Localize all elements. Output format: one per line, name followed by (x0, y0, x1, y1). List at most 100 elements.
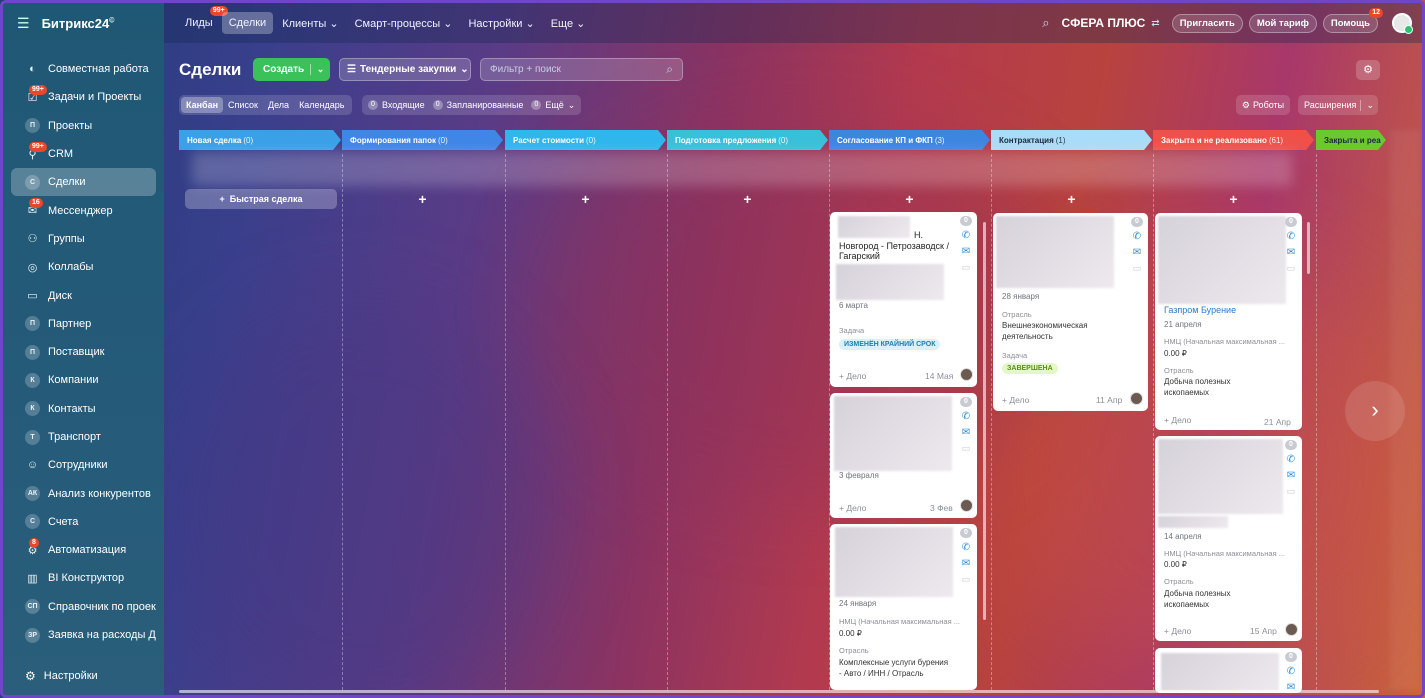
sidebar-item[interactable]: П Поставщик (11, 338, 156, 366)
stage-header[interactable]: Подготовка предложения (0) (667, 130, 828, 150)
sidebar-item[interactable]: С Сделки (11, 168, 156, 197)
filter-search-input[interactable]: Фильтр + поиск ⌕ (480, 58, 683, 81)
phone-icon[interactable]: ✆ (1133, 231, 1141, 243)
my-tariff-button[interactable]: Мой тариф (1248, 13, 1317, 33)
sidebar-item[interactable]: СП Справочник по проек... (11, 593, 156, 621)
view-tab[interactable]: Список (223, 97, 263, 113)
top-nav-item[interactable]: Клиенты ⌄ (275, 12, 345, 35)
invite-button[interactable]: Пригласить (1171, 13, 1243, 33)
deal-card[interactable]: 28 января Отрасль Внешнеэкономическая де… (993, 213, 1148, 411)
top-nav-item[interactable]: Настройки ⌄ (461, 12, 541, 35)
sidebar-item[interactable]: ▥ BI Конструктор (11, 564, 156, 592)
view-tab[interactable]: Дела (263, 97, 294, 113)
chat-icon[interactable]: ▭ (1287, 486, 1296, 496)
chat-icon[interactable]: ▭ (962, 574, 971, 584)
sidebar-item[interactable]: АК Анализ конкурентов (11, 479, 156, 507)
add-activity-link[interactable]: + Дело (1002, 395, 1029, 405)
stage-header[interactable]: Закрыта и не реализовано (61) (1153, 130, 1314, 150)
phone-icon[interactable]: ✆ (1287, 666, 1295, 678)
counter-filter[interactable]: 0 Входящие (368, 100, 425, 110)
phone-icon[interactable]: ✆ (962, 230, 970, 242)
top-nav-item[interactable]: Смарт-процессы ⌄ (348, 12, 460, 35)
extensions-button[interactable]: Расширения ⌄ (1298, 95, 1378, 115)
top-nav-item[interactable]: Еще ⌄ (544, 12, 593, 35)
create-button[interactable]: Создать ⌄ (253, 58, 330, 81)
sidebar-item[interactable]: ⚲ CRM 99+ (11, 140, 156, 168)
create-dropdown-icon[interactable]: ⌄ (310, 64, 330, 75)
scroll-right-arrow-icon[interactable]: › (1345, 381, 1405, 441)
chat-icon[interactable]: ▭ (962, 443, 971, 453)
sidebar-item[interactable]: ✉ Мессенджер 16 (11, 196, 156, 224)
company-name[interactable]: СФЕРА ПЛЮС (1062, 16, 1146, 30)
chat-icon[interactable]: ▭ (1287, 263, 1296, 273)
kanban-settings-gear-icon[interactable]: ⚙ (1356, 60, 1380, 80)
phone-icon[interactable]: ✆ (1287, 454, 1295, 466)
add-activity-link[interactable]: + Дело (1164, 415, 1191, 425)
mail-icon[interactable]: ✉ (962, 558, 970, 570)
add-activity-link[interactable]: + Дело (1164, 626, 1191, 636)
sidebar-item[interactable]: ▭ Диск (11, 281, 156, 309)
mail-icon[interactable]: ✉ (962, 427, 970, 439)
top-nav-item[interactable]: Лиды 99+ (178, 6, 228, 34)
menu-burger-icon[interactable]: ☰ (17, 15, 30, 32)
phone-icon[interactable]: ✆ (1287, 231, 1295, 243)
sidebar-item[interactable]: ◐Совместная работа⌄ (11, 55, 156, 83)
sidebar-item[interactable]: ☺ Сотрудники (11, 451, 156, 479)
deal-card[interactable]: Н. Новгород - Петрозаводск / Гагарский 6… (830, 212, 977, 387)
view-tab[interactable]: Календарь (294, 97, 349, 113)
stage-header[interactable]: Согласование КП и ФКП (3) (829, 130, 990, 150)
sidebar-item[interactable]: С Счета (11, 508, 156, 536)
sidebar-settings[interactable]: ⚙ Настройки (11, 669, 98, 683)
sidebar-item[interactable]: П Партнер (11, 310, 156, 338)
add-deal-plus-icon[interactable]: + (1224, 191, 1244, 207)
deal-card[interactable]: 24 января НМЦ (Начальная максимальная ..… (830, 524, 977, 690)
stage-header[interactable]: Формирования папок (0) (342, 130, 503, 150)
phone-icon[interactable]: ✆ (962, 411, 970, 423)
deal-card[interactable]: 3 февраля + Дело 3 Фев 0 ✆ ✉ ▭ (830, 393, 977, 518)
add-deal-plus-icon[interactable]: + (576, 191, 596, 207)
deal-card[interactable]: Газпром Бурение 21 апреля НМЦ (Начальная… (1155, 213, 1302, 430)
phone-icon[interactable]: ✆ (962, 542, 970, 554)
counter-filter[interactable]: 0 Ещё ⌄ (531, 100, 575, 111)
sidebar-item[interactable]: ЗР Заявка на расходы Дл... (11, 621, 156, 649)
add-activity-link[interactable]: + Дело (839, 503, 866, 513)
top-nav-item[interactable]: Сделки (221, 12, 274, 34)
horizontal-scrollbar[interactable] (179, 690, 1379, 693)
counter-filter[interactable]: 0 Запланированные (432, 100, 523, 110)
sidebar-item[interactable]: К Компании (11, 366, 156, 394)
add-activity-link[interactable]: + Дело (839, 371, 866, 381)
stage-header[interactable]: Контрактация (1) (991, 130, 1152, 150)
stage-header[interactable]: Расчет стоимости (0) (505, 130, 666, 150)
chat-icon[interactable]: ▭ (962, 262, 971, 272)
sidebar-item[interactable]: ☑ Задачи и Проекты 99+ (11, 83, 156, 111)
search-icon[interactable]: ⌕ (1042, 15, 1049, 31)
sidebar-item[interactable]: К Контакты (11, 395, 156, 423)
add-deal-plus-icon[interactable]: + (900, 191, 920, 207)
responsible-avatar[interactable] (960, 368, 973, 381)
view-tab[interactable]: Канбан (181, 97, 224, 113)
robots-button[interactable]: ⚙ Роботы (1236, 95, 1290, 115)
mail-icon[interactable]: ✉ (1287, 247, 1295, 259)
responsible-avatar[interactable] (960, 499, 973, 512)
user-avatar[interactable] (1392, 13, 1413, 34)
tender-purchases-button[interactable]: ☰ Тендерные закупки ⌄ (339, 58, 471, 81)
sidebar-item[interactable]: П Проекты (11, 112, 156, 140)
stage-header[interactable]: Новая сделка (0) (179, 130, 341, 150)
sidebar-item[interactable]: ⚇ Группы (11, 225, 156, 253)
mail-icon[interactable]: ✉ (962, 246, 970, 258)
sidebar-item[interactable]: ⚙ Автоматизация 8 (11, 536, 156, 564)
sidebar-item[interactable]: ◎ Коллабы (11, 253, 156, 281)
responsible-avatar[interactable] (1285, 623, 1298, 636)
column-scrollbar[interactable] (1307, 222, 1310, 274)
chat-icon[interactable]: ▭ (1133, 263, 1142, 273)
quick-deal-button[interactable]: + Быстрая сделка (185, 189, 337, 209)
add-deal-plus-icon[interactable]: + (738, 191, 758, 207)
responsible-avatar[interactable] (1130, 392, 1143, 405)
bitrix24-logo[interactable]: Битрикс24© (42, 16, 115, 31)
add-deal-plus-icon[interactable]: + (1062, 191, 1082, 207)
deal-card[interactable]: 0 ✆ ✉ (1155, 648, 1302, 693)
switch-portal-icon[interactable]: ⇄ (1151, 18, 1159, 29)
deal-card[interactable]: 14 апреля НМЦ (Начальная максимальная ..… (1155, 436, 1302, 641)
mail-icon[interactable]: ✉ (1133, 247, 1141, 259)
sidebar-item[interactable]: Т Транспорт (11, 423, 156, 451)
